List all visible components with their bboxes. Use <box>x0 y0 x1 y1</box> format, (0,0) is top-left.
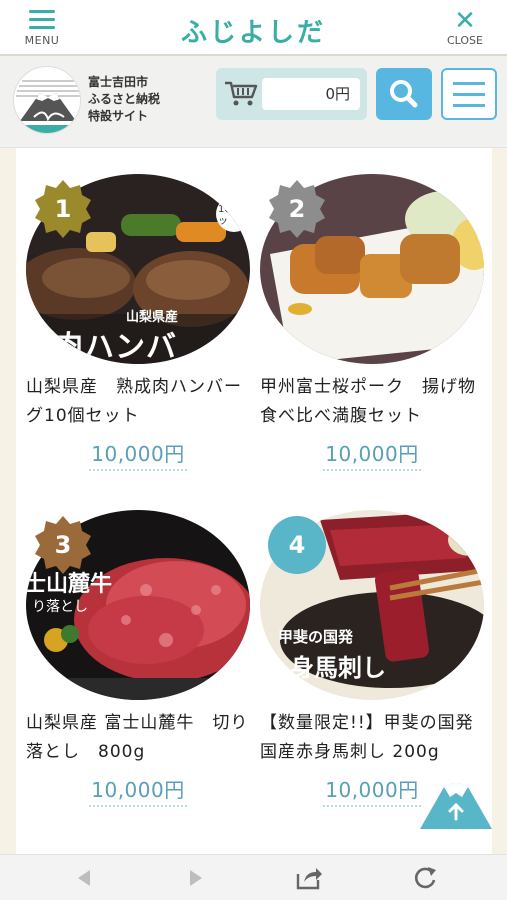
price-value: 10,000円 <box>323 438 421 471</box>
share-button[interactable] <box>294 864 324 892</box>
price-value: 10,000円 <box>323 774 421 807</box>
product-price: 10,000円 <box>26 774 250 807</box>
site-name: 富士吉田市 ふるさと納税 特設サイト <box>88 74 160 125</box>
photo-subcaption: り落とし <box>32 599 88 615</box>
mountain-arrow-up-icon <box>420 783 492 829</box>
site-subheader: 富士吉田市 ふるさと納税 特設サイト 0円 <box>0 58 507 148</box>
photo-caption: 甲斐の国発 <box>278 628 354 646</box>
search-button[interactable] <box>376 68 432 120</box>
top-header: MENU ふじよしだ ✕ CLOSE <box>0 0 507 56</box>
rank-badge: 4 <box>266 514 328 576</box>
site-name-line2: ふるさと納税 <box>88 92 161 106</box>
product-title[interactable]: 甲州富士桜ポーク 揚げ物食べ比べ満腹セット <box>260 373 492 431</box>
rank-number: 1 <box>54 195 72 223</box>
cart-button[interactable]: 0円 <box>216 68 367 120</box>
browser-toolbar <box>0 854 507 900</box>
product-title[interactable]: 山梨県産 富士山麓牛 切り落とし 800g <box>26 709 258 767</box>
photo-subcaption: 身馬刺し <box>290 654 386 682</box>
ranking-panel: 山梨県産 成肉ハンバ 1、セッ 1 山梨県産 熟成肉ハンバーグ10個セット 10… <box>16 148 492 854</box>
hamburger-icon <box>453 82 485 107</box>
cart-amount: 0円 <box>262 78 360 110</box>
close-icon: ✕ <box>454 6 476 36</box>
forward-icon <box>190 870 202 886</box>
site-name-line3: 特設サイト <box>88 109 149 123</box>
brand-logo-text[interactable]: ふじよしだ <box>0 12 507 49</box>
rank-number: 2 <box>288 195 306 223</box>
back-to-top-button[interactable] <box>420 775 492 829</box>
rank-badge: 3 <box>32 514 94 576</box>
rank-number: 4 <box>288 531 306 559</box>
product-price: 10,000円 <box>26 438 250 471</box>
search-icon <box>390 80 418 108</box>
close-button[interactable]: ✕ CLOSE <box>441 8 489 52</box>
cart-icon <box>225 81 258 106</box>
rank-badge: 1 <box>32 178 94 240</box>
nav-menu-button[interactable] <box>441 68 497 120</box>
product-title[interactable]: 【数量限定!!】甲斐の国発 国産赤身馬刺し 200g <box>260 709 492 767</box>
back-icon <box>78 870 90 886</box>
reload-button[interactable] <box>410 864 440 892</box>
mount-fuji-logo-icon <box>15 68 80 133</box>
price-value: 10,000円 <box>89 774 187 807</box>
close-label: CLOSE <box>446 34 483 47</box>
forward-button[interactable] <box>180 864 210 892</box>
price-value: 10,000円 <box>89 438 187 471</box>
product-title[interactable]: 山梨県産 熟成肉ハンバーグ10個セット <box>26 373 258 431</box>
rank-number: 3 <box>54 531 72 559</box>
site-name-line1: 富士吉田市 <box>88 75 149 89</box>
photo-caption: 成肉ハンバ <box>26 330 177 364</box>
product-price: 10,000円 <box>260 438 484 471</box>
share-icon <box>296 868 322 890</box>
site-logo[interactable] <box>13 66 81 134</box>
reload-icon <box>414 867 436 889</box>
photo-badge: 1、セッ <box>218 204 245 227</box>
back-button[interactable] <box>70 864 100 892</box>
rank-badge: 2 <box>266 178 328 240</box>
